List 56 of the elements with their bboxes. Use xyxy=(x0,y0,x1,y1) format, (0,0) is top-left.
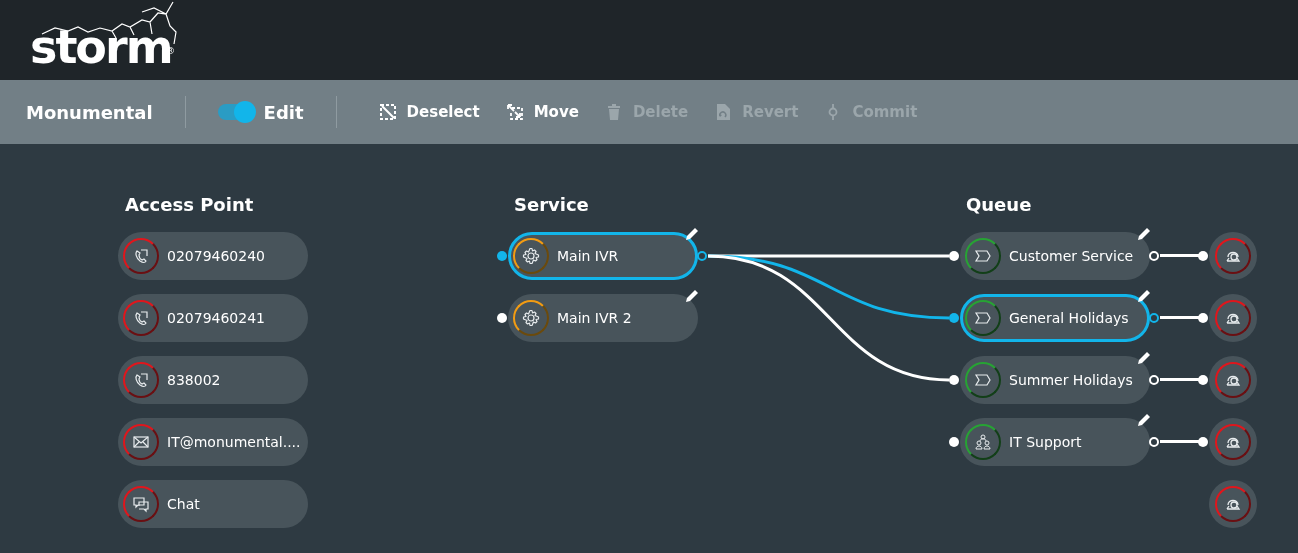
queue-node[interactable]: Summer Holidays xyxy=(960,356,1150,404)
phone-icon xyxy=(132,309,150,327)
access-point-node[interactable]: 02079460241 xyxy=(118,294,308,342)
input-port[interactable] xyxy=(949,375,959,385)
input-port[interactable] xyxy=(497,313,507,323)
chevron-icon xyxy=(974,309,992,327)
service-node[interactable]: Main IVR xyxy=(508,232,698,280)
pencil-icon[interactable] xyxy=(1136,226,1152,242)
input-port[interactable] xyxy=(497,251,507,261)
move-icon xyxy=(505,103,524,121)
envelope-icon xyxy=(132,433,150,451)
input-port[interactable] xyxy=(1198,313,1208,323)
phone-icon xyxy=(132,247,150,265)
workspace-title: Monumental xyxy=(26,101,153,123)
document-icon xyxy=(714,103,733,121)
agent-node[interactable] xyxy=(1209,294,1257,342)
chevron-icon xyxy=(974,247,992,265)
people-icon xyxy=(974,433,992,451)
input-port[interactable] xyxy=(949,437,959,447)
queue-node[interactable]: Customer Service xyxy=(960,232,1150,280)
pencil-icon[interactable] xyxy=(1136,288,1152,304)
column-heading: Service xyxy=(514,194,589,215)
agent-node[interactable] xyxy=(1209,356,1257,404)
column-heading: Access Point xyxy=(125,194,254,215)
deselect-button[interactable]: Deselect xyxy=(378,103,480,121)
access-point-node[interactable]: IT@monumental.... xyxy=(118,418,308,466)
access-point-node[interactable]: Chat xyxy=(118,480,308,528)
pencil-icon[interactable] xyxy=(1136,412,1152,428)
gear-icon xyxy=(522,309,540,327)
agent-node[interactable] xyxy=(1209,418,1257,466)
chevron-icon xyxy=(974,371,992,389)
toggle-label: Edit xyxy=(263,101,304,123)
phone-icon xyxy=(132,371,150,389)
chat-icon xyxy=(132,495,150,513)
input-port[interactable] xyxy=(949,313,959,323)
agent-node[interactable] xyxy=(1209,480,1257,528)
deselect-icon xyxy=(378,103,397,121)
pencil-icon[interactable] xyxy=(1136,350,1152,366)
pencil-icon[interactable] xyxy=(684,288,700,304)
move-button[interactable]: Move xyxy=(505,103,579,121)
column-heading: Queue xyxy=(966,194,1032,215)
input-port[interactable] xyxy=(1198,251,1208,261)
access-point-node[interactable]: 02079460240 xyxy=(118,232,308,280)
gear-icon xyxy=(522,247,540,265)
queue-node[interactable]: IT Support xyxy=(960,418,1150,466)
service-node[interactable]: Main IVR 2 xyxy=(508,294,698,342)
edit-toggle[interactable] xyxy=(217,104,254,120)
output-port[interactable] xyxy=(697,251,707,261)
pencil-icon[interactable] xyxy=(684,226,700,242)
agent-node[interactable] xyxy=(1209,232,1257,280)
input-port[interactable] xyxy=(1198,437,1208,447)
input-port[interactable] xyxy=(949,251,959,261)
output-port[interactable] xyxy=(1149,313,1159,323)
access-point-node[interactable]: 838002 xyxy=(118,356,308,404)
queue-node[interactable]: General Holidays xyxy=(960,294,1150,342)
input-port[interactable] xyxy=(1198,375,1208,385)
